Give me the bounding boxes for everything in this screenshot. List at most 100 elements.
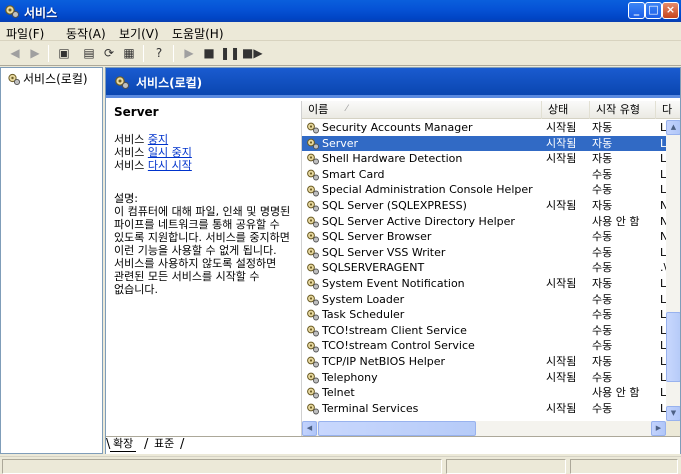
show-hide-tree-icon[interactable]: ▣	[55, 45, 73, 62]
table-row[interactable]: TCO!stream Client Service수동Lo	[302, 323, 668, 339]
window-title: 서비스	[24, 6, 58, 20]
vertical-scroll-thumb[interactable]	[666, 312, 680, 382]
service-name-cell: System Loader	[306, 292, 542, 308]
service-gear-icon	[307, 138, 319, 150]
start-service-icon[interactable]: ▶	[180, 45, 198, 62]
description-label: 설명:	[114, 192, 138, 205]
toolbar: ◀ ▶ ▣ ▤ ⟳ ▦ ? ▶ ■ ❚❚ ■▶	[0, 41, 681, 66]
stop-link[interactable]: 중지	[148, 133, 168, 146]
tree-node-services-local[interactable]: 서비스(로컬)	[7, 71, 88, 86]
table-row[interactable]: Telnet사용 안 함Lo	[302, 385, 668, 401]
column-header-name[interactable]: 이름 ⁄	[302, 101, 542, 119]
table-row[interactable]: Smart Card수동Lo	[302, 167, 668, 183]
minimize-button[interactable]: _	[628, 2, 645, 19]
services-gear-icon	[5, 5, 19, 18]
service-startup-cell: 수동	[592, 339, 613, 353]
action-restart: 서비스 다시 시작	[114, 159, 192, 172]
table-row[interactable]: Security Accounts Manager시작됨자동Lo	[302, 120, 668, 136]
status-cell	[2, 459, 442, 474]
scroll-down-icon[interactable]: ▼	[666, 406, 680, 421]
title-bar[interactable]: 서비스 _ □ ×	[0, 0, 681, 22]
table-row[interactable]: System Loader수동Lo	[302, 292, 668, 308]
service-startup-cell: 수동	[592, 370, 613, 384]
menu-help[interactable]: 도움말(H)	[172, 25, 224, 42]
service-startup-cell: 수동	[592, 245, 613, 259]
toolbar-separator	[143, 45, 144, 62]
table-row[interactable]: Task Scheduler수동Lo	[302, 307, 668, 323]
service-status-cell: 시작됨	[546, 401, 577, 415]
maximize-button[interactable]: □	[645, 2, 662, 19]
tab-extended[interactable]: 확장	[110, 437, 137, 452]
column-header-startup-type[interactable]: 시작 유형	[590, 101, 656, 119]
table-row[interactable]: TCP/IP NetBIOS Helper시작됨자동Lo	[302, 354, 668, 370]
table-row[interactable]: SQL Server Browser 수동 N	[302, 229, 668, 245]
service-startup-cell: 자동	[592, 354, 613, 368]
service-startup-cell: 자동	[592, 276, 613, 290]
service-status-cell: 시작됨	[546, 198, 577, 212]
service-status-cell: 시작됨	[546, 370, 577, 384]
service-gear-icon	[307, 232, 319, 243]
pane-header: 서비스(로컬)	[106, 68, 680, 95]
refresh-icon[interactable]: ⟳	[100, 45, 118, 62]
column-header-logon[interactable]: 다	[656, 101, 680, 119]
service-name-cell: SQL Server VSS Writer	[306, 245, 542, 261]
scroll-up-icon[interactable]: ▲	[666, 120, 680, 135]
tab-standard[interactable]: 표준	[151, 437, 177, 452]
service-status-cell: 시작됨	[546, 136, 577, 150]
service-gear-icon	[307, 356, 319, 368]
close-button[interactable]: ×	[662, 2, 679, 19]
status-cell	[570, 459, 678, 474]
pause-link[interactable]: 일시 중지	[148, 146, 192, 159]
table-row[interactable]: TCO!stream Control Service수동Lo	[302, 338, 668, 354]
service-startup-cell: 자동	[592, 198, 613, 212]
service-name-cell: System Event Notification	[306, 276, 542, 292]
services-gear-icon	[8, 73, 21, 85]
service-gear-icon	[307, 247, 319, 259]
horizontal-scroll-thumb[interactable]	[318, 421, 476, 436]
table-row[interactable]: SQL Server Active Directory Helper 사용 안 함…	[302, 214, 668, 230]
export-list-icon[interactable]: ▦	[120, 45, 138, 62]
forward-arrow-icon[interactable]: ▶	[26, 45, 44, 62]
table-row[interactable]: SQL Server (SQLEXPRESS) 시작됨 자동 N	[302, 198, 668, 214]
vertical-scrollbar[interactable]: ▲ ▼	[666, 120, 680, 421]
service-gear-icon	[307, 263, 319, 275]
scrollbar-corner	[666, 421, 680, 436]
menu-view[interactable]: 보기(V)	[119, 25, 159, 42]
service-startup-cell: 사용 안 함	[592, 386, 640, 400]
action-stop: 서비스 중지	[114, 133, 169, 146]
description-text: 이 컴퓨터에 대해 파일, 인쇄 및 명명된 파이프를 네트워크를 통해 공유할…	[114, 205, 291, 296]
horizontal-scrollbar[interactable]: ◀ ▶	[302, 421, 666, 436]
table-row[interactable]: Shell Hardware Detection시작됨자동Lo	[302, 151, 668, 167]
table-row[interactable]: Server시작됨자동Lo	[302, 135, 668, 152]
table-row[interactable]: System Event Notification시작됨자동Lo	[302, 276, 668, 292]
service-startup-cell: 사용 안 함	[592, 214, 640, 228]
table-row[interactable]: Telephony시작됨수동Lo	[302, 370, 668, 386]
scroll-left-icon[interactable]: ◀	[302, 421, 317, 436]
stop-service-icon[interactable]: ■	[200, 45, 218, 62]
menu-action[interactable]: 동작(A)	[66, 25, 106, 42]
table-row[interactable]: Special Administration Console Helper 수동 L…	[302, 182, 668, 198]
table-row[interactable]: SQLSERVERAGENT 수동 .\	[302, 260, 667, 276]
help-icon[interactable]: ?	[150, 45, 168, 62]
table-row[interactable]: Terminal Services시작됨수동Lo	[302, 401, 668, 417]
service-name-cell: TCO!stream Control Service	[306, 338, 542, 354]
back-arrow-icon[interactable]: ◀	[6, 45, 24, 62]
service-startup-cell: 자동	[592, 121, 613, 134]
table-row[interactable]: SQL Server VSS Writer수동Lo	[302, 245, 668, 261]
service-name-cell: Server	[306, 136, 542, 152]
pause-service-icon[interactable]: ❚❚	[220, 45, 240, 62]
column-header-status[interactable]: 상태	[542, 101, 590, 119]
action-pause: 서비스 일시 중지	[114, 146, 192, 159]
service-status-cell: 시작됨	[546, 354, 577, 368]
tree-node-label: 서비스(로컬)	[23, 72, 88, 86]
properties-icon[interactable]: ▤	[80, 45, 98, 62]
menu-bar: 파일(F) 동작(A) 보기(V) 도움말(H)	[0, 22, 681, 41]
restart-service-icon[interactable]: ■▶	[242, 45, 263, 62]
menu-file[interactable]: 파일(F)	[6, 25, 44, 42]
service-gear-icon	[307, 403, 319, 415]
services-gear-icon	[115, 76, 129, 89]
scroll-right-icon[interactable]: ▶	[651, 421, 666, 436]
status-bar	[0, 456, 681, 474]
restart-link[interactable]: 다시 시작	[148, 159, 192, 172]
service-startup-cell: 수동	[592, 323, 613, 337]
